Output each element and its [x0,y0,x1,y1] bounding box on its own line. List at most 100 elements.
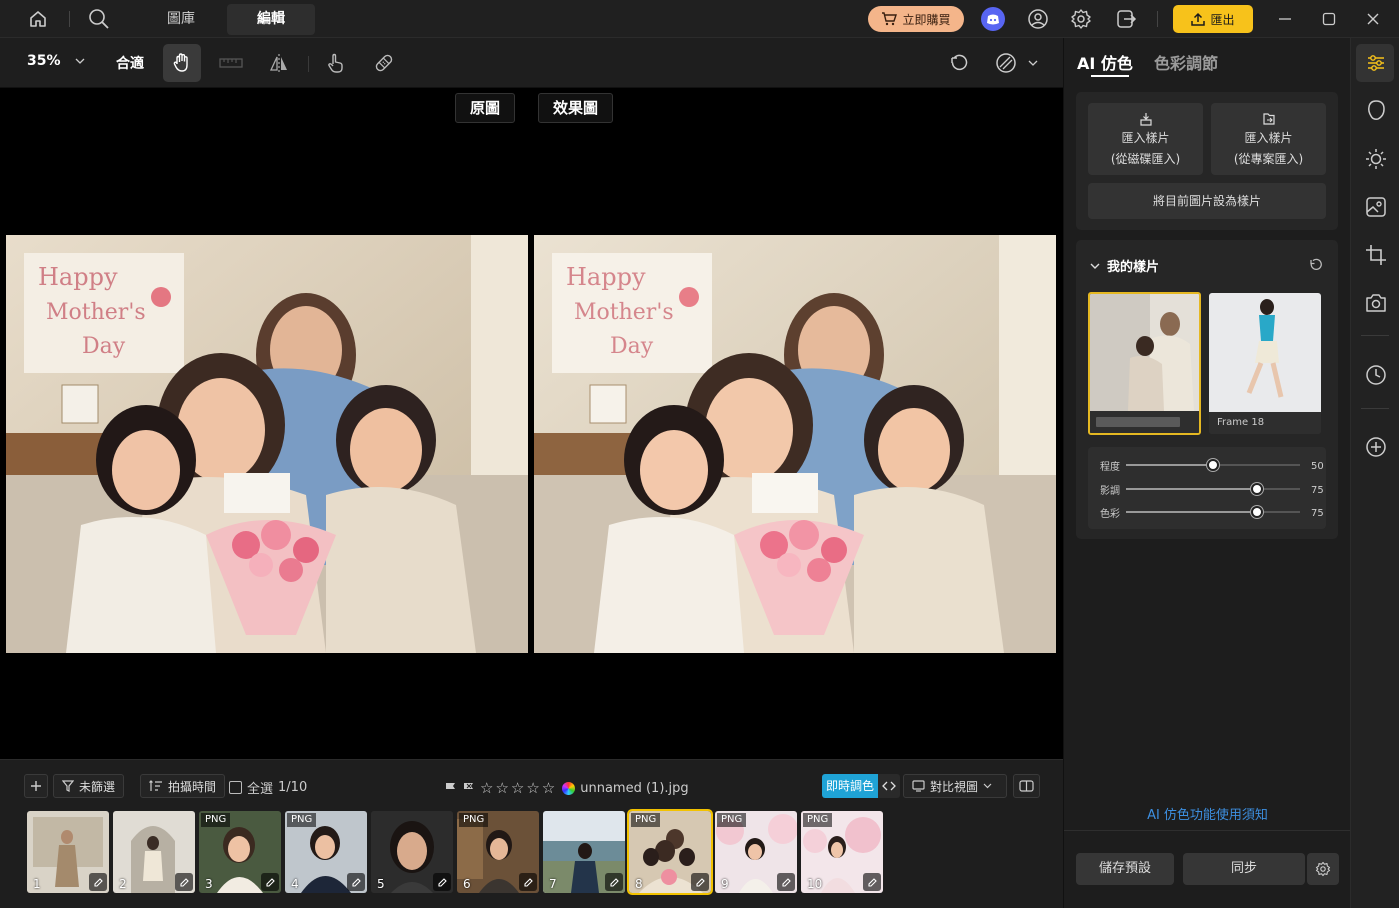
reject-flag-icon[interactable] [462,782,475,795]
thumbnail-number: 8 [635,877,643,891]
compare-view-select[interactable]: 對比視圖 [903,774,1007,798]
sync-button[interactable]: 同步 [1183,853,1305,885]
flag-icon[interactable] [444,782,457,795]
project-import-icon [1262,113,1275,125]
edit-pencil-icon[interactable] [691,873,709,891]
thumbnail-number: 3 [205,877,213,891]
thumbnail-5[interactable]: 5 [371,811,453,893]
tab-ai-color[interactable]: AI 仿色 [1077,50,1133,74]
split-view-button[interactable] [1013,774,1040,798]
title-bar: 圖庫 編輯 立即購買 匯出 [0,0,1399,38]
export-label: 匯出 [1210,12,1235,27]
my-samples-header[interactable]: 我的樣片 [1090,256,1159,275]
edit-pencil-icon[interactable] [347,873,365,891]
divider [69,11,70,27]
undo-button[interactable] [940,44,978,82]
thumbnail-8[interactable]: PNG 8 [627,809,713,895]
edit-toolbar: 35% 合適 [0,38,1063,88]
slider-knob[interactable] [1207,459,1219,471]
slider-track[interactable] [1126,459,1300,471]
slider-knob[interactable] [1250,483,1263,495]
color-label-icon[interactable] [562,781,576,795]
edit-pencil-icon[interactable] [261,873,279,891]
camera-icon[interactable] [1363,290,1389,316]
thumbnail-number: 5 [377,877,385,891]
edit-pencil-icon[interactable] [777,873,795,891]
maximize-icon[interactable] [1318,8,1340,30]
touch-tool-button[interactable] [317,44,355,82]
edit-pencil-icon[interactable] [519,873,537,891]
thumbnail-3[interactable]: PNG 3 [199,811,281,893]
set-as-sample-button[interactable]: 將目前圖片設為樣片 [1088,183,1326,219]
thumbnail-6[interactable]: PNG 6 [457,811,539,893]
slider-strength[interactable]: 程度 50 [1088,456,1324,474]
import-from-project-button[interactable]: 匯入樣片 (從專案匯入) [1211,103,1326,175]
add-photo-button[interactable] [24,774,48,798]
preview-canvas[interactable]: 原圖 效果圖 Happy Mother's Day Happy Mother's… [0,88,1063,759]
import-project-label: 匯入樣片 [1244,131,1293,145]
close-icon[interactable] [1362,8,1384,30]
slider-tone[interactable]: 影調 75 [1088,480,1324,498]
export-button[interactable]: 匯出 [1173,5,1253,33]
hand-tool-button[interactable] [163,44,201,82]
thumbnail-7[interactable]: 7 [543,811,625,893]
history-clock-icon[interactable] [1363,362,1389,388]
select-all-checkbox[interactable]: 全選 1/10 [229,778,307,797]
ai-color-help-link[interactable]: AI 仿色功能使用須知 [1064,804,1351,823]
import-from-disk-button[interactable]: 匯入樣片 (從磁碟匯入) [1088,103,1203,175]
search-icon[interactable] [87,7,111,31]
thumbnail-10[interactable]: PNG 10 [801,811,883,893]
slider-track[interactable] [1126,483,1300,495]
face-retouch-icon[interactable] [1363,97,1389,123]
healing-tool-button[interactable] [365,44,403,82]
zoom-select[interactable]: 35% [27,53,85,69]
tab-edit[interactable]: 編輯 [227,4,315,35]
overlay-mode-select[interactable] [994,51,1038,75]
star-rating[interactable]: ☆☆☆☆☆ [480,779,557,797]
flip-button[interactable] [260,44,298,82]
slider-color[interactable]: 色彩 75 [1088,503,1324,521]
add-tool-icon[interactable] [1363,434,1389,460]
buy-now-button[interactable]: 立即購買 [868,6,964,32]
upload-icon [1191,12,1206,26]
thumbnail-9[interactable]: PNG 9 [715,811,797,893]
slider-knob[interactable] [1250,506,1263,518]
fit-button[interactable]: 合適 [116,53,144,73]
edit-pencil-icon[interactable] [89,873,107,891]
filter-button[interactable]: 未篩選 [53,774,125,798]
gear-icon[interactable] [1069,7,1093,31]
rating-tools: ☆☆☆☆☆ unnamed (1).jpg [444,779,689,797]
light-icon[interactable] [1363,146,1389,172]
edit-pencil-icon[interactable] [433,873,451,891]
discord-icon[interactable] [981,7,1005,31]
home-icon[interactable] [26,8,50,30]
adjust-sliders-icon[interactable] [1363,50,1389,76]
crop-icon[interactable] [1363,242,1389,268]
edit-pencil-icon[interactable] [605,873,623,891]
sample-card-2[interactable]: Frame 18 [1209,293,1321,434]
thumbnail-2[interactable]: 2 [113,811,195,893]
tab-color-adjust[interactable]: 色彩調節 [1154,50,1218,74]
slider-track[interactable] [1126,506,1300,518]
save-preset-button[interactable]: 儲存預設 [1076,853,1174,885]
edit-pencil-icon[interactable] [863,873,881,891]
png-badge: PNG [201,813,231,827]
sample-card-1[interactable] [1088,292,1201,435]
account-icon[interactable] [1026,7,1050,31]
split-view-icon [1019,780,1034,792]
image-icon[interactable] [1363,194,1389,220]
sign-out-icon[interactable] [1114,7,1138,31]
thumbnail-1[interactable]: 1 [27,811,109,893]
sync-settings-button[interactable] [1307,853,1339,885]
png-badge: PNG [287,813,317,827]
edit-pencil-icon[interactable] [175,873,193,891]
divider [1361,335,1389,336]
sort-button[interactable]: 拍攝時間 [140,774,226,798]
straighten-tool-button[interactable] [212,44,250,82]
chevron-down-icon [1090,263,1100,269]
tab-library[interactable]: 圖庫 [148,4,214,35]
minimize-icon[interactable] [1274,8,1296,30]
live-adjust-toggle[interactable]: 即時調色 [822,774,901,798]
refresh-icon[interactable] [1306,255,1324,273]
thumbnail-4[interactable]: PNG 4 [285,811,367,893]
